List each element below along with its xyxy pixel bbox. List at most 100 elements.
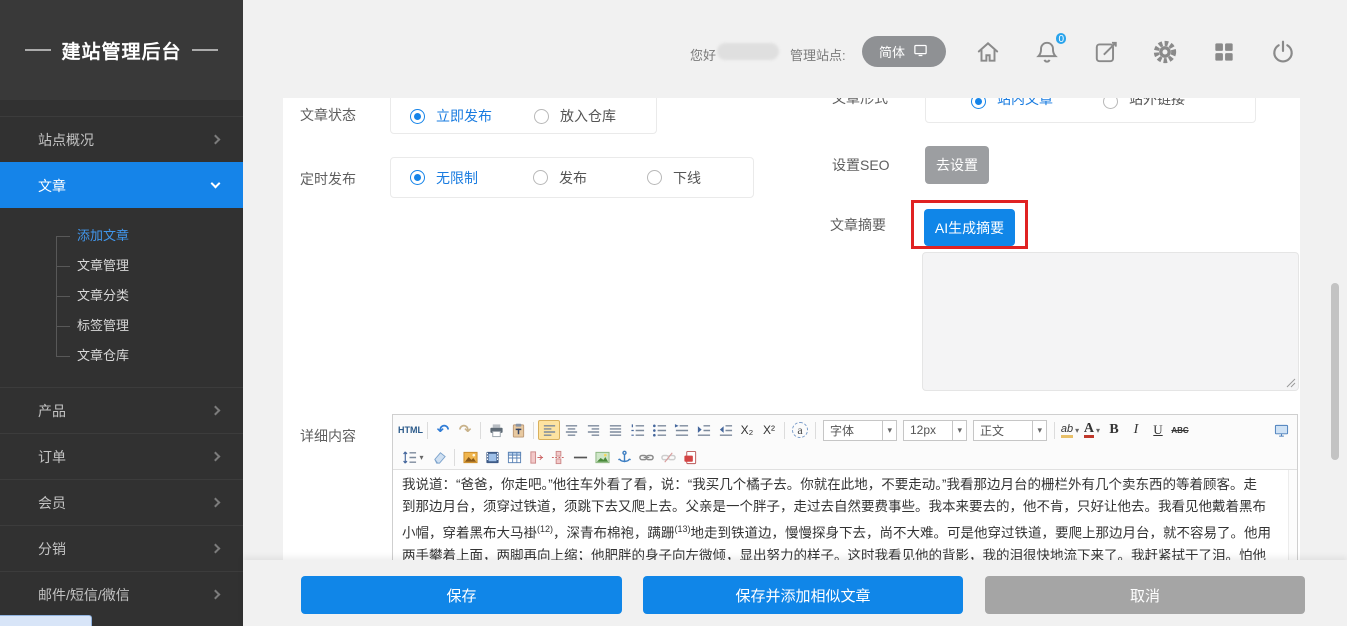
align-justify-icon[interactable]: [604, 420, 626, 440]
superscript-icon[interactable]: X²: [758, 420, 780, 440]
option-external-link[interactable]: 站外链接: [1129, 98, 1185, 109]
special-char-icon[interactable]: a: [789, 420, 811, 440]
option-publish[interactable]: 发布: [559, 168, 587, 188]
bold-button[interactable]: B: [1103, 420, 1125, 440]
sidebar-item-site-overview[interactable]: 站点概况: [0, 116, 243, 162]
insert-table-icon[interactable]: [503, 447, 525, 467]
font-color-icon[interactable]: A▾: [1081, 420, 1103, 440]
sidebar-item-orders[interactable]: 订单: [0, 433, 243, 479]
radio-publish[interactable]: [533, 170, 548, 185]
submenu-item-article-warehouse[interactable]: 文章仓库: [0, 341, 243, 371]
sidebar-item-mail-sms-wechat[interactable]: 邮件/短信/微信: [0, 571, 243, 617]
sidebar-item-members[interactable]: 会员: [0, 479, 243, 525]
sidebar-nav: 站点概况 文章 添加文章 文章管理 文章分类 标签管理 文章仓库 产品 订单: [0, 116, 243, 617]
ordered-list-icon[interactable]: [626, 420, 648, 440]
font-size-select[interactable]: 12px▾: [903, 420, 967, 441]
submenu-item-article-management[interactable]: 文章管理: [0, 251, 243, 281]
summary-textarea[interactable]: [922, 252, 1299, 391]
radio-put-in-warehouse[interactable]: [534, 109, 549, 124]
rich-text-editor: HTML ↶ ↷ X₂ X² a: [392, 414, 1298, 560]
compose-icon[interactable]: [1093, 39, 1119, 65]
anchor-icon[interactable]: [613, 447, 635, 467]
option-internal-article[interactable]: 站内文章: [997, 98, 1053, 109]
top-bar: 您好 管理站点: 简体 0: [243, 0, 1347, 98]
scheduled-publish-radio-group: 无限制 发布 下线: [390, 157, 754, 198]
sidebar-item-articles[interactable]: 文章: [0, 162, 243, 208]
indent-icon[interactable]: [692, 420, 714, 440]
insert-video-icon[interactable]: [481, 447, 503, 467]
chevron-right-icon: [211, 452, 221, 462]
remove-link-icon[interactable]: [657, 447, 679, 467]
font-family-select[interactable]: 字体▾: [823, 420, 897, 441]
seo-settings-button[interactable]: 去设置: [925, 146, 989, 184]
manage-site-label: 管理站点:: [790, 45, 846, 64]
first-line-indent-icon[interactable]: [670, 420, 692, 440]
summary-label: 文章摘要: [830, 215, 886, 235]
language-switch-button[interactable]: 简体: [862, 36, 946, 67]
line-height-icon[interactable]: ▾: [398, 447, 428, 467]
radio-external-link[interactable]: [1103, 98, 1118, 109]
undo-icon[interactable]: ↶: [432, 420, 454, 440]
insert-link-icon[interactable]: [635, 447, 657, 467]
redo-icon[interactable]: ↷: [454, 420, 476, 440]
remove-format-eraser-icon[interactable]: [428, 447, 450, 467]
print-icon[interactable]: [485, 420, 507, 440]
radio-publish-now[interactable]: [410, 109, 425, 124]
scheduled-publish-label: 定时发布: [300, 169, 356, 189]
align-left-icon[interactable]: [538, 420, 560, 440]
html-source-button[interactable]: HTML: [398, 420, 423, 440]
submenu-item-add-article[interactable]: 添加文章: [0, 221, 243, 251]
language-label: 简体: [879, 42, 905, 61]
strikethrough-button[interactable]: ABC: [1169, 420, 1191, 440]
unordered-list-icon[interactable]: [648, 420, 670, 440]
option-put-in-warehouse[interactable]: 放入仓库: [560, 106, 616, 126]
subscript-icon[interactable]: X₂: [736, 420, 758, 440]
editor-scrollbar[interactable]: [1288, 470, 1297, 560]
articles-submenu: 添加文章 文章管理 文章分类 标签管理 文章仓库: [0, 208, 243, 387]
resize-handle-icon[interactable]: [1286, 378, 1296, 388]
horizontal-rule-icon[interactable]: [569, 447, 591, 467]
content-line: 两手攀着上面，两脚再向上缩；他肥胖的身子向左微倾，显出努力的样子。这时我看见他的…: [402, 545, 1283, 561]
chevron-right-icon: [211, 590, 221, 600]
fullscreen-monitor-icon[interactable]: [1270, 420, 1292, 440]
sidebar-item-label: 会员: [38, 493, 66, 513]
paragraph-format-select[interactable]: 正文▾: [973, 420, 1047, 441]
highlight-color-icon[interactable]: ab▾: [1059, 420, 1081, 440]
ai-generate-summary-button[interactable]: AI生成摘要: [924, 209, 1015, 246]
option-no-limit[interactable]: 无限制: [436, 168, 478, 188]
align-center-icon[interactable]: [560, 420, 582, 440]
paste-as-text-icon[interactable]: [507, 420, 529, 440]
sidebar-item-products[interactable]: 产品: [0, 387, 243, 433]
seo-label: 设置SEO: [832, 155, 890, 175]
submenu-item-article-category[interactable]: 文章分类: [0, 281, 243, 311]
split-section-icon[interactable]: [547, 447, 569, 467]
option-offline[interactable]: 下线: [673, 168, 701, 188]
notifications-bell-icon[interactable]: 0: [1034, 39, 1060, 65]
detail-content-label: 详细内容: [300, 426, 356, 446]
import-document-icon[interactable]: [679, 447, 701, 467]
home-icon[interactable]: [975, 39, 1001, 65]
power-logout-icon[interactable]: [1270, 39, 1296, 65]
sidebar-item-distribution[interactable]: 分销: [0, 525, 243, 571]
submenu-item-tag-management[interactable]: 标签管理: [0, 311, 243, 341]
radio-no-limit[interactable]: [410, 170, 425, 185]
italic-button[interactable]: I: [1125, 420, 1147, 440]
outdent-icon[interactable]: [714, 420, 736, 440]
greeting-text: 您好: [690, 45, 716, 64]
align-right-icon[interactable]: [582, 420, 604, 440]
underline-button[interactable]: U: [1147, 420, 1169, 440]
option-publish-now[interactable]: 立即发布: [436, 106, 492, 126]
cancel-button[interactable]: 取消: [985, 576, 1305, 614]
apps-grid-icon[interactable]: [1211, 39, 1237, 65]
page-scrollbar-thumb[interactable]: [1331, 283, 1339, 460]
editor-content-area[interactable]: 我说道：“爸爸，你走吧。”他往车外看了看，说：“我买几个橘子去。你就在此地，不要…: [393, 470, 1297, 560]
insert-image-icon[interactable]: [459, 447, 481, 467]
editor-toolbar-row1: HTML ↶ ↷ X₂ X² a: [393, 415, 1297, 445]
save-and-add-similar-button[interactable]: 保存并添加相似文章: [643, 576, 963, 614]
page-break-icon[interactable]: [525, 447, 547, 467]
save-button[interactable]: 保存: [301, 576, 622, 614]
radio-offline[interactable]: [647, 170, 662, 185]
settings-gear-icon[interactable]: [1152, 39, 1178, 65]
radio-internal-article[interactable]: [971, 98, 986, 109]
image-map-icon[interactable]: [591, 447, 613, 467]
